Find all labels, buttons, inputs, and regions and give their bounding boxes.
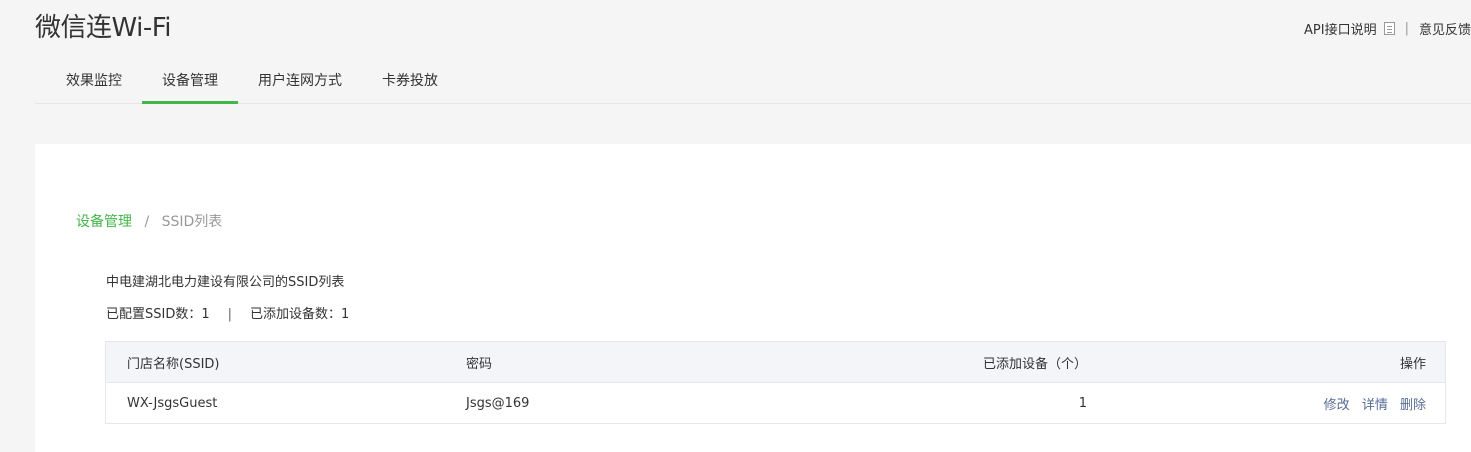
feedback-link[interactable]: 意见反馈: [1419, 19, 1471, 38]
configured-ssid-count: 1: [201, 307, 210, 322]
configured-ssid-label: 已配置SSID数：: [106, 307, 202, 322]
top-right-links: API接口说明 | 意见反馈: [1304, 19, 1471, 38]
added-device-label: 已添加设备数：: [250, 307, 342, 322]
document-icon[interactable]: [1383, 21, 1395, 35]
breadcrumb-separator: /: [144, 214, 150, 230]
content-panel: 设备管理 / SSID列表 中电建湖北电力建设有限公司的SSID列表 已配置SS…: [35, 144, 1471, 452]
breadcrumb-current: SSID列表: [161, 214, 223, 230]
tab-device-management[interactable]: 设备管理: [142, 60, 238, 104]
stats-separator: |: [227, 307, 233, 322]
tab-effect-monitor[interactable]: 效果监控: [35, 60, 142, 103]
ssid-list-title: 中电建湖北电力建设有限公司的SSID列表: [106, 275, 345, 290]
header-actions: 操作: [1399, 356, 1426, 372]
cell-actions: 修改 详情 删除: [1087, 394, 1445, 413]
header-device-count: 已添加设备（个）: [982, 356, 1087, 372]
breadcrumb-device-management[interactable]: 设备管理: [76, 214, 132, 230]
added-device-count: 1: [341, 307, 350, 322]
details-link[interactable]: 详情: [1362, 398, 1388, 413]
top-separator: |: [1404, 20, 1409, 36]
cell-device-count: 1: [1078, 395, 1087, 411]
table-header: 门店名称(SSID) 密码 已添加设备（个） 操作: [106, 342, 1445, 383]
tab-coupon-delivery[interactable]: 卡券投放: [362, 60, 458, 103]
main-tabs: 效果监控 设备管理 用户连网方式 卡券投放: [35, 60, 1471, 104]
app-title: 微信连Wi-Fi: [35, 13, 172, 43]
edit-link[interactable]: 修改: [1324, 398, 1350, 413]
header-password: 密码: [466, 356, 493, 372]
delete-link[interactable]: 删除: [1400, 398, 1426, 413]
cell-password: Jsgs@169: [466, 395, 530, 411]
ssid-table: 门店名称(SSID) 密码 已添加设备（个） 操作 WX-JsgsGuest J…: [105, 341, 1446, 424]
api-doc-link[interactable]: API接口说明: [1304, 19, 1377, 38]
ssid-stats: 已配置SSID数： 1 | 已添加设备数： 1: [106, 306, 349, 324]
header-ssid: 门店名称(SSID): [127, 356, 220, 372]
cell-ssid: WX-JsgsGuest: [127, 395, 218, 411]
breadcrumb: 设备管理 / SSID列表: [76, 212, 222, 232]
tab-user-connect-method[interactable]: 用户连网方式: [238, 60, 362, 103]
table-row: WX-JsgsGuest Jsgs@169 1 修改 详情 删除: [106, 383, 1445, 423]
